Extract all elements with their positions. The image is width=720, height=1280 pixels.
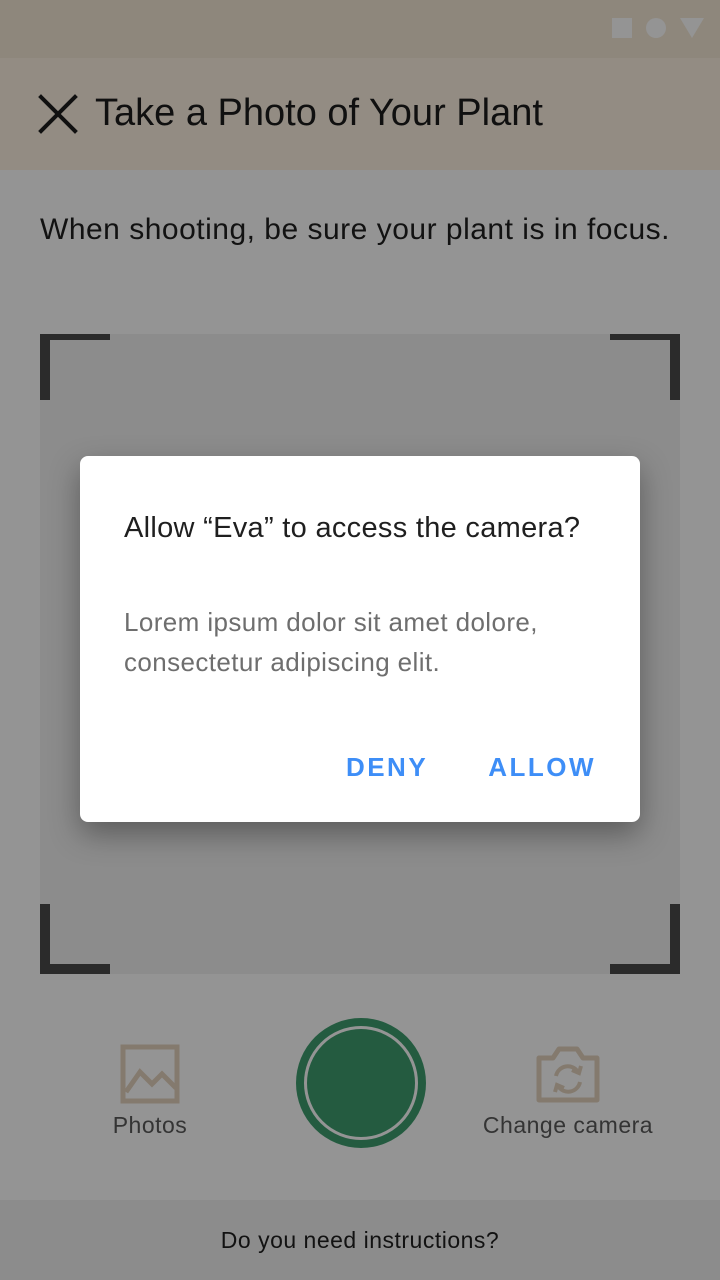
dialog-actions: DENY ALLOW [346,752,596,783]
deny-button[interactable]: DENY [346,752,428,783]
screen: Take a Photo of Your Plant When shooting… [0,0,720,1280]
dialog-body: Lorem ipsum dolor sit amet dolore, conse… [124,607,538,677]
dialog-title: Allow “Eva” to access the camera? [124,512,581,544]
permission-dialog: Allow “Eva” to access the camera? Lorem … [80,456,640,822]
allow-button[interactable]: ALLOW [488,752,596,783]
